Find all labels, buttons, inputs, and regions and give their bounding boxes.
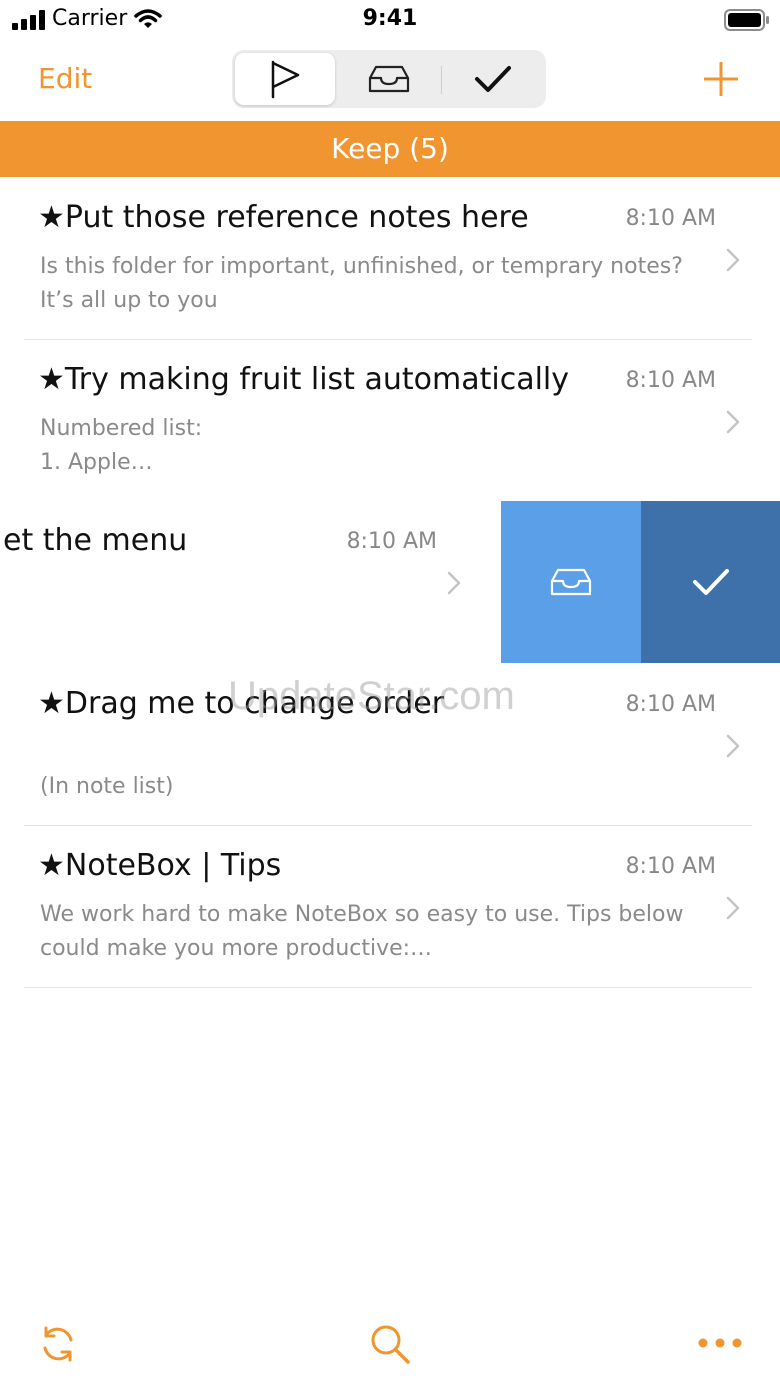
sync-icon[interactable] xyxy=(38,1324,78,1364)
note-time: 8:10 AM xyxy=(625,206,716,231)
note-title: ★Put those reference notes here xyxy=(38,200,529,235)
segment-keep[interactable] xyxy=(235,53,335,105)
flag-icon xyxy=(271,60,300,99)
note-time: 8:10 AM xyxy=(625,692,716,717)
note-row-content[interactable]: et the menu 8:10 AM xyxy=(0,501,501,663)
move-to-inbox-button[interactable] xyxy=(501,501,641,663)
chevron-right-icon xyxy=(726,896,740,920)
navigation-bar: Edit xyxy=(0,44,780,120)
note-row-swiped[interactable]: et the menu 8:10 AM xyxy=(0,501,780,663)
note-time: 8:10 AM xyxy=(625,854,716,879)
battery-icon xyxy=(724,9,769,31)
add-note-button[interactable] xyxy=(704,62,738,96)
note-snippet: Numbered list: 1. Apple… xyxy=(40,416,203,475)
note-row[interactable]: ★Try making fruit list automatically 8:1… xyxy=(0,340,780,502)
note-time: 8:10 AM xyxy=(346,529,437,554)
note-snippet: We work hard to make NoteBox so easy to … xyxy=(40,902,684,961)
chevron-right-icon xyxy=(726,734,740,758)
note-title: ★NoteBox | Tips xyxy=(38,848,282,883)
checkmark-icon xyxy=(475,66,511,92)
note-title: ★Try making fruit list automatically xyxy=(38,362,570,397)
status-time: 9:41 xyxy=(362,6,418,31)
note-title: et the menu xyxy=(3,523,188,558)
note-row[interactable]: ★NoteBox | Tips 8:10 AM We work hard to … xyxy=(0,826,780,988)
chevron-right-icon xyxy=(726,410,740,434)
status-bar: Carrier 9:41 xyxy=(0,0,780,40)
watermark: UpdateStar.com xyxy=(228,674,515,718)
note-row[interactable]: ★Put those reference notes here 8:10 AM … xyxy=(0,178,780,340)
chevron-right-icon xyxy=(726,248,740,272)
checkmark-icon xyxy=(692,569,729,595)
note-snippet: Is this folder for important, unfinished… xyxy=(40,254,683,313)
segment-done[interactable] xyxy=(443,53,543,105)
note-time: 8:10 AM xyxy=(625,368,716,393)
more-icon[interactable] xyxy=(696,1336,744,1350)
edit-button[interactable]: Edit xyxy=(38,62,92,95)
note-snippet: (In note list) xyxy=(40,774,174,799)
mark-done-button[interactable] xyxy=(641,501,780,663)
chevron-right-icon xyxy=(447,571,461,595)
row-separator xyxy=(24,987,752,988)
segment-divider xyxy=(441,66,442,94)
folder-header: Keep (5) xyxy=(0,121,780,177)
inbox-icon xyxy=(550,568,592,596)
folder-segmented-control xyxy=(232,50,546,108)
segment-inbox[interactable] xyxy=(339,53,439,105)
search-icon[interactable] xyxy=(368,1322,412,1366)
inbox-icon xyxy=(368,65,410,93)
